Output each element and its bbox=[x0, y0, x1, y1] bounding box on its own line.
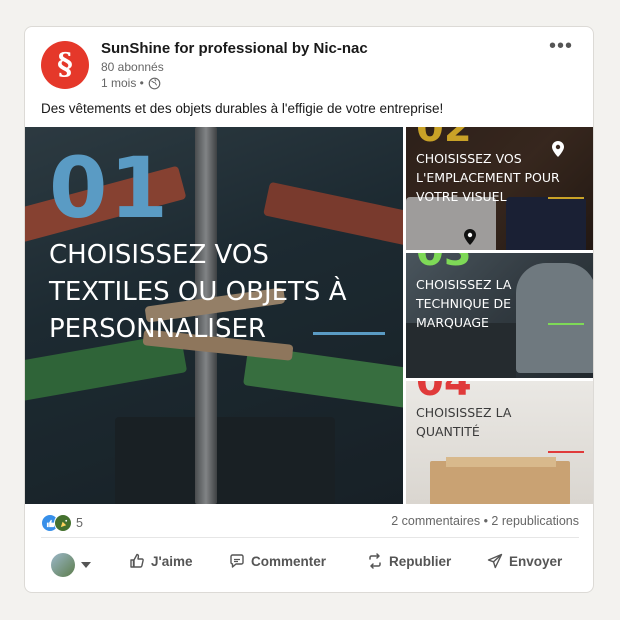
comment-label: Commenter bbox=[251, 553, 327, 569]
step-title: CHOISISSEZ LA QUANTITÉ bbox=[416, 405, 512, 439]
avatar bbox=[51, 553, 75, 577]
actor-selector[interactable] bbox=[51, 553, 91, 577]
step-number: 02 bbox=[416, 127, 472, 151]
celebrate-icon bbox=[54, 514, 72, 532]
accent-line bbox=[548, 197, 584, 199]
follower-count: 80 abonnés bbox=[101, 60, 164, 74]
repost-label: Republier bbox=[389, 553, 452, 569]
step-number: 03 bbox=[416, 253, 472, 275]
repost-button[interactable]: Republier bbox=[367, 553, 451, 569]
cardboard-box-shape bbox=[430, 461, 570, 504]
comment-button[interactable]: Commenter bbox=[229, 553, 326, 569]
like-label: J'aime bbox=[151, 553, 193, 569]
step-image-04[interactable]: 04 CHOISISSEZ LA QUANTITÉ bbox=[406, 381, 593, 504]
action-bar: J'aime Commenter Republier Envoyer bbox=[25, 547, 593, 587]
company-logo[interactable]: § bbox=[41, 41, 89, 89]
step-title: CHOISISSEZ LA TECHNIQUE DE MARQUAGE bbox=[416, 277, 512, 330]
accent-line bbox=[313, 332, 385, 335]
author-name[interactable]: SunShine for professional by Nic-nac bbox=[101, 40, 368, 57]
location-pin-icon bbox=[464, 229, 476, 245]
step-number: 01 bbox=[49, 139, 170, 237]
step-image-02[interactable]: 02 CHOISISSEZ VOS L'EMPLACEMENT POUR VOT… bbox=[406, 127, 593, 250]
post-caption: Des vêtements et des objets durables à l… bbox=[41, 101, 444, 116]
reaction-count: 5 bbox=[76, 516, 83, 530]
post-card: § SunShine for professional by Nic-nac 8… bbox=[24, 26, 594, 593]
more-options-icon[interactable]: ••• bbox=[549, 35, 573, 58]
thumbs-up-icon bbox=[129, 553, 145, 569]
step-image-03[interactable]: 03 CHOISISSEZ LA TECHNIQUE DE MARQUAGE bbox=[406, 253, 593, 378]
repost-icon bbox=[367, 553, 383, 569]
comment-icon bbox=[229, 553, 245, 569]
globe-icon bbox=[148, 77, 161, 90]
accent-line bbox=[548, 451, 584, 453]
comments-reposts-count[interactable]: 2 commentaires • 2 republications bbox=[391, 514, 579, 528]
step-number: 04 bbox=[416, 381, 472, 405]
accent-line bbox=[548, 323, 584, 325]
main-step-image[interactable]: 01 CHOISISSEZ VOS TEXTILES OU OBJETS À P… bbox=[25, 127, 403, 504]
send-label: Envoyer bbox=[509, 553, 563, 569]
post-time: 1 mois • bbox=[101, 76, 144, 90]
box-lid-shape bbox=[446, 457, 556, 467]
divider bbox=[41, 537, 579, 538]
reaction-summary[interactable]: 5 bbox=[41, 514, 83, 532]
location-pin-icon bbox=[552, 141, 564, 157]
chevron-down-icon bbox=[81, 562, 91, 568]
send-button[interactable]: Envoyer bbox=[487, 553, 562, 569]
post-meta: 1 mois • bbox=[101, 76, 161, 90]
post-media[interactable]: 01 CHOISISSEZ VOS TEXTILES OU OBJETS À P… bbox=[25, 127, 593, 504]
logo-glyph: § bbox=[57, 47, 73, 82]
social-counts: 5 2 commentaires • 2 republications bbox=[41, 514, 579, 532]
send-icon bbox=[487, 553, 503, 569]
like-button[interactable]: J'aime bbox=[129, 553, 193, 569]
